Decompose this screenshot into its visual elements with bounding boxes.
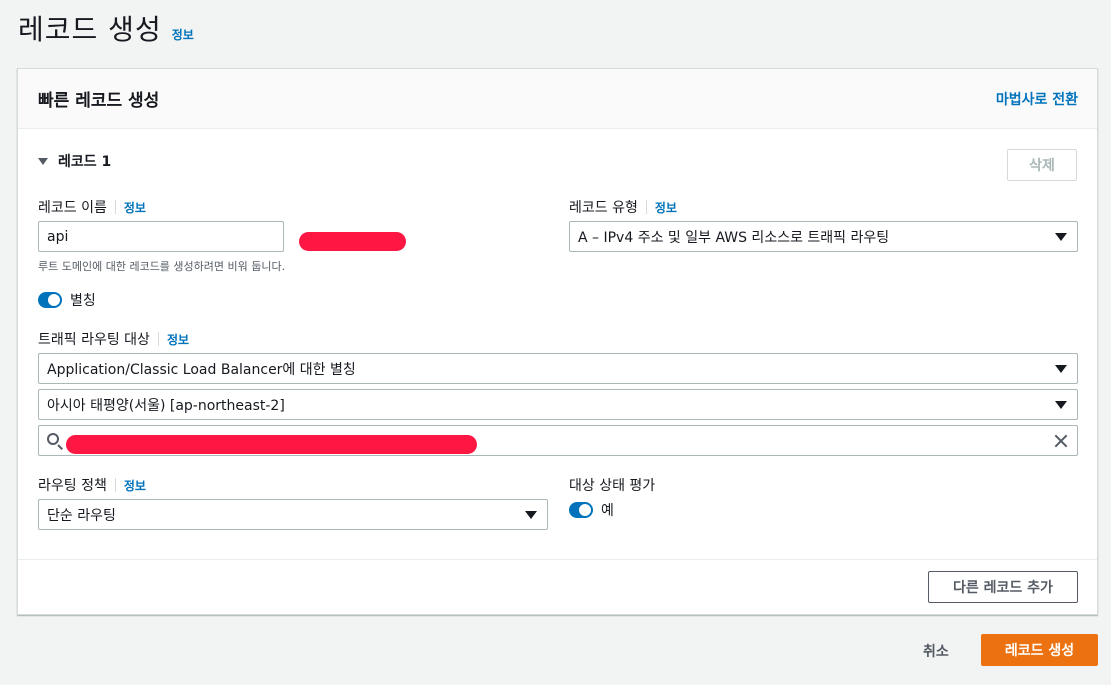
record-type-value: A – IPv4 주소 및 일부 AWS 리소스로 트래픽 라우팅 bbox=[578, 229, 890, 246]
search-icon bbox=[47, 433, 59, 445]
endpoint-value: Application/Classic Load Balancer에 대한 별칭 bbox=[47, 361, 356, 378]
traffic-target-label: 트래픽 라우팅 대상 bbox=[38, 332, 150, 348]
routing-policy-select[interactable]: 단순 라우팅 bbox=[38, 499, 548, 530]
traffic-target-label-row: 트래픽 라우팅 대상 정보 bbox=[38, 329, 189, 349]
switch-to-wizard-link[interactable]: 마법사로 전환 bbox=[996, 89, 1078, 109]
divider bbox=[157, 332, 159, 346]
record-name-info-link[interactable]: 정보 bbox=[124, 199, 146, 216]
record-1-title: 레코드 1 bbox=[58, 154, 112, 170]
health-toggle-row: 예 bbox=[569, 500, 614, 520]
clear-icon[interactable] bbox=[1053, 433, 1069, 449]
routing-policy-label-row: 라우팅 정책 정보 bbox=[38, 475, 146, 495]
routing-policy-value: 단순 라우팅 bbox=[47, 507, 116, 524]
add-record-button[interactable]: 다른 레코드 추가 bbox=[928, 571, 1078, 603]
region-select[interactable]: 아시아 태평양(서울) [ap-northeast-2] bbox=[38, 389, 1078, 420]
caret-down-icon bbox=[38, 157, 48, 165]
health-label-row: 대상 상태 평가 bbox=[569, 475, 655, 495]
divider bbox=[645, 200, 647, 214]
alias-toggle[interactable] bbox=[38, 292, 62, 308]
record-name-label: 레코드 이름 bbox=[38, 200, 107, 216]
caret-down-icon bbox=[1055, 401, 1067, 409]
cancel-button[interactable]: 취소 bbox=[923, 641, 949, 661]
panel-title: 빠른 레코드 생성 bbox=[38, 91, 160, 111]
divider bbox=[114, 478, 116, 492]
health-label: 대상 상태 평가 bbox=[569, 478, 656, 494]
redaction-mark bbox=[66, 435, 477, 454]
region-value: 아시아 태평양(서울) [ap-northeast-2] bbox=[47, 397, 285, 414]
record-name-hint: 루트 도메인에 대한 레코드를 생성하려면 비워 둡니다. bbox=[38, 260, 286, 273]
caret-down-icon bbox=[1055, 233, 1067, 241]
panel-header: 빠른 레코드 생성 마법사로 전환 bbox=[18, 69, 1097, 129]
record-name-value: api bbox=[47, 228, 69, 245]
panel-footer-divider bbox=[18, 559, 1097, 560]
record-name-input[interactable]: api bbox=[38, 221, 284, 252]
routing-policy-label: 라우팅 정책 bbox=[38, 478, 107, 494]
page-header: 레코드 생성 정보 bbox=[18, 8, 194, 48]
quick-create-panel: 빠른 레코드 생성 마법사로 전환 레코드 1 삭제 레코드 이름 정보 api… bbox=[17, 68, 1098, 615]
page-title: 레코드 생성 bbox=[18, 13, 162, 46]
routing-policy-info-link[interactable]: 정보 bbox=[124, 477, 146, 494]
alias-label: 별칭 bbox=[70, 293, 96, 309]
caret-down-icon bbox=[1055, 365, 1067, 373]
record-1-toggle[interactable]: 레코드 1 bbox=[38, 151, 111, 171]
record-type-label: 레코드 유형 bbox=[569, 200, 638, 216]
delete-button[interactable]: 삭제 bbox=[1007, 149, 1077, 181]
page-info-link[interactable]: 정보 bbox=[172, 26, 194, 43]
endpoint-select[interactable]: Application/Classic Load Balancer에 대한 별칭 bbox=[38, 353, 1078, 384]
create-records-button[interactable]: 레코드 생성 bbox=[981, 634, 1098, 666]
health-value: 예 bbox=[601, 503, 614, 519]
record-type-label-row: 레코드 유형 정보 bbox=[569, 197, 677, 217]
redaction-mark bbox=[299, 232, 406, 251]
divider bbox=[114, 200, 116, 214]
record-name-label-row: 레코드 이름 정보 bbox=[38, 197, 146, 217]
record-type-info-link[interactable]: 정보 bbox=[655, 199, 677, 216]
caret-down-icon bbox=[525, 511, 537, 519]
health-toggle[interactable] bbox=[569, 502, 593, 518]
record-type-select[interactable]: A – IPv4 주소 및 일부 AWS 리소스로 트래픽 라우팅 bbox=[569, 221, 1078, 252]
traffic-target-info-link[interactable]: 정보 bbox=[167, 331, 189, 348]
alias-toggle-row: 별칭 bbox=[38, 290, 96, 310]
